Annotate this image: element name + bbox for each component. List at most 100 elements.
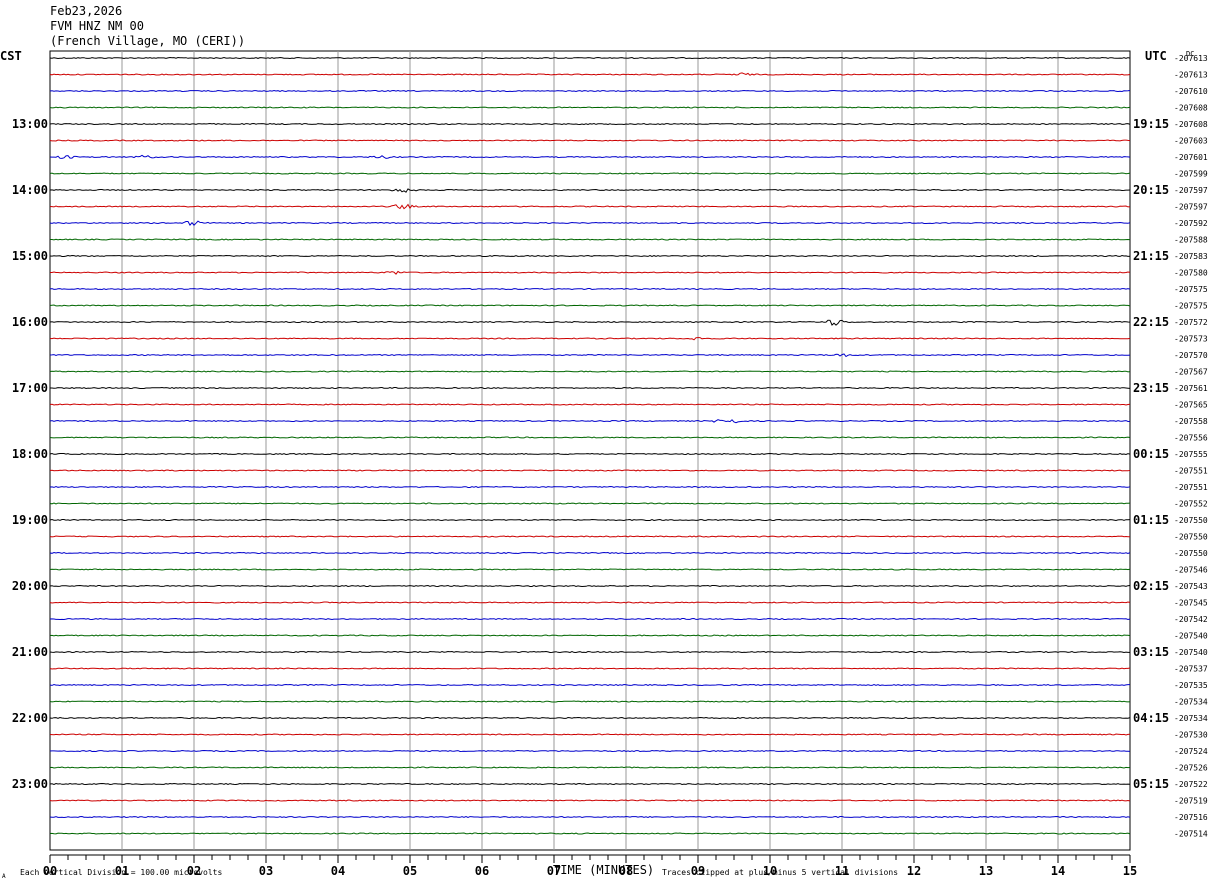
trace-line bbox=[49, 254, 1131, 258]
trace-line bbox=[49, 799, 1131, 802]
trace-line bbox=[49, 584, 1131, 588]
dc-offset-label: -207603 bbox=[1174, 137, 1208, 146]
trace-line bbox=[49, 353, 1131, 358]
dc-offset-label: -207546 bbox=[1174, 566, 1208, 575]
right-hour-label: 03:15 bbox=[1133, 645, 1169, 659]
dc-offset-label: -207522 bbox=[1174, 780, 1208, 789]
right-hour-label: 00:15 bbox=[1133, 447, 1169, 461]
left-hour-label: 20:00 bbox=[12, 579, 48, 593]
trace-line bbox=[49, 617, 1131, 621]
trace-line bbox=[50, 386, 1131, 390]
dc-offset-label: -207516 bbox=[1174, 813, 1208, 822]
dc-offset-label: -207608 bbox=[1174, 104, 1208, 113]
dc-offset-label: -207592 bbox=[1174, 219, 1208, 228]
trace-line bbox=[49, 749, 1131, 753]
left-hour-label: 19:00 bbox=[12, 513, 48, 527]
dc-offset-label: -207570 bbox=[1174, 351, 1208, 360]
x-tick-label: 15 bbox=[1123, 864, 1137, 878]
trace-line bbox=[49, 106, 1131, 109]
trace-line bbox=[49, 733, 1131, 736]
trace-line bbox=[49, 469, 1131, 472]
dc-offset-label: -207550 bbox=[1174, 549, 1208, 558]
left-hour-label: 17:00 bbox=[12, 381, 48, 395]
scale-note: Each Vertical Division = 100.00 microvol… bbox=[20, 868, 223, 877]
trace-line bbox=[49, 139, 1131, 142]
trace-line bbox=[49, 89, 1131, 93]
dc-offset-label: -207535 bbox=[1174, 681, 1208, 690]
dc-offset-label: -207567 bbox=[1174, 368, 1208, 377]
x-tick-label: 13 bbox=[979, 864, 993, 878]
dc-offset-label: -207550 bbox=[1174, 516, 1208, 525]
dc-offset-label: -207597 bbox=[1174, 186, 1208, 195]
dc-offset-label: -207551 bbox=[1174, 467, 1208, 476]
trace-line bbox=[49, 172, 1131, 175]
dc-offset-label: -207558 bbox=[1174, 417, 1208, 426]
trace-line bbox=[49, 452, 1131, 456]
trace-line bbox=[49, 319, 1131, 326]
dc-offset-label: -207580 bbox=[1174, 269, 1208, 278]
dc-offset-label: -207543 bbox=[1174, 582, 1208, 591]
trace-line bbox=[49, 436, 1131, 439]
left-hour-label: 18:00 bbox=[12, 447, 48, 461]
corner-mark: A bbox=[2, 873, 6, 880]
left-hour-label: 21:00 bbox=[12, 645, 48, 659]
dc-offset-label: -207575 bbox=[1174, 302, 1208, 311]
trace-line bbox=[49, 72, 1131, 76]
dc-offset-label: -207573 bbox=[1174, 335, 1208, 344]
trace-line bbox=[49, 122, 1131, 126]
trace-line bbox=[49, 650, 1130, 654]
dc-offset-label: -207514 bbox=[1174, 830, 1208, 839]
dc-offset-label: -207530 bbox=[1174, 731, 1208, 740]
dc-offset-label: -207545 bbox=[1174, 599, 1208, 608]
dc-offset-label: -207555 bbox=[1174, 450, 1208, 459]
trace-line bbox=[49, 667, 1131, 670]
right-hour-label: 01:15 bbox=[1133, 513, 1169, 527]
left-hour-label: 23:00 bbox=[12, 777, 48, 791]
dc-offset-label: -207542 bbox=[1174, 615, 1208, 624]
dc-offset-label: -207565 bbox=[1174, 401, 1208, 410]
trace-line bbox=[49, 370, 1131, 373]
clip-note: Traces clipped at plus/minus 5 vertical … bbox=[662, 868, 899, 877]
dc-offset-label: -207613 bbox=[1174, 54, 1208, 63]
x-tick-label: 04 bbox=[331, 864, 345, 878]
dc-offset-label: -207534 bbox=[1174, 698, 1208, 707]
trace-line bbox=[49, 188, 1131, 193]
trace-line bbox=[50, 238, 1131, 241]
dc-offset-label: -207601 bbox=[1174, 153, 1208, 162]
dc-offset-label: -207537 bbox=[1174, 665, 1208, 674]
dc-offset-label: -207575 bbox=[1174, 285, 1208, 294]
trace-line bbox=[49, 683, 1130, 687]
trace-line bbox=[49, 419, 1131, 424]
dc-offset-label: -207551 bbox=[1174, 483, 1208, 492]
right-hour-label: 21:15 bbox=[1133, 249, 1169, 263]
dc-offset-label: -207540 bbox=[1174, 632, 1208, 641]
trace-line bbox=[49, 287, 1131, 291]
seismogram-plot: -207613 -207613 -207610 -207608 -207608 -2076… bbox=[12, 50, 1208, 878]
left-hour-label: 16:00 bbox=[12, 315, 48, 329]
x-tick-label: 05 bbox=[403, 864, 417, 878]
dc-offset-label: -207540 bbox=[1174, 648, 1208, 657]
x-tick-label: 03 bbox=[259, 864, 273, 878]
trace-line bbox=[49, 502, 1131, 505]
trace-line bbox=[49, 337, 1131, 341]
dc-offset-label: -207597 bbox=[1174, 203, 1208, 212]
trace-line bbox=[49, 782, 1131, 786]
dc-offset-label: -207552 bbox=[1174, 500, 1208, 509]
dc-offset-label: -207519 bbox=[1174, 797, 1208, 806]
left-hour-label: 14:00 bbox=[12, 183, 48, 197]
dc-offset-label: -207610 bbox=[1174, 87, 1208, 96]
trace-line bbox=[49, 56, 1131, 60]
dc-offset-label: -207572 bbox=[1174, 318, 1208, 327]
left-hour-label: 15:00 bbox=[12, 249, 48, 263]
trace-line bbox=[49, 220, 1131, 226]
trace-line bbox=[49, 601, 1131, 604]
trace-line bbox=[49, 518, 1131, 522]
dc-offset-label: -207550 bbox=[1174, 533, 1208, 542]
trace-line bbox=[49, 551, 1131, 555]
dc-offset-label: -207556 bbox=[1174, 434, 1208, 443]
trace-line bbox=[49, 716, 1131, 720]
left-hour-label: 13:00 bbox=[12, 117, 48, 131]
dc-offset-label: -207534 bbox=[1174, 714, 1208, 723]
dc-offset-label: -207613 bbox=[1174, 71, 1208, 80]
trace-line bbox=[49, 815, 1131, 819]
